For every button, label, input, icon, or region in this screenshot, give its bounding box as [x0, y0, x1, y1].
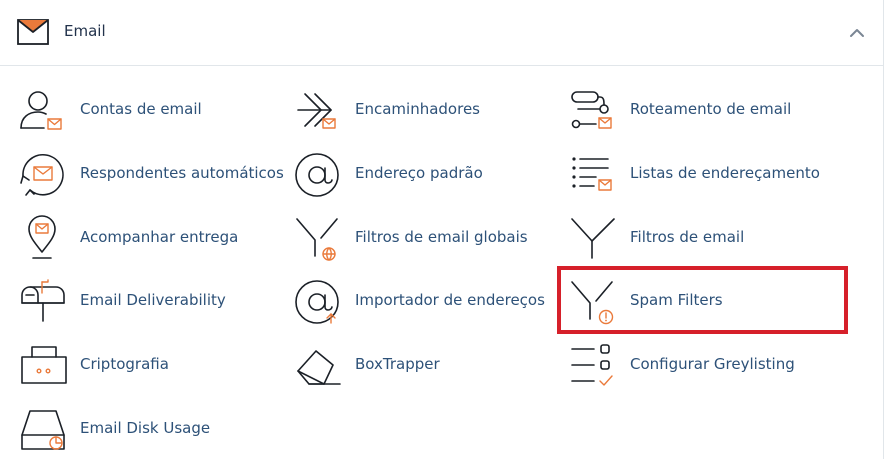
item-endereco-padrao[interactable]: Endereço padrão: [293, 150, 563, 200]
item-acompanhar-entrega[interactable]: Acompanhar entrega: [18, 214, 288, 264]
item-label: Endereço padrão: [355, 164, 483, 182]
user-mail-icon: [18, 86, 68, 136]
item-label: Encaminhadores: [355, 100, 480, 118]
section-header[interactable]: Email: [0, 0, 883, 66]
at-import-icon: [293, 277, 343, 327]
filter-icon: [568, 214, 618, 264]
boxtrapper-icon: [293, 341, 343, 391]
item-label: Email Disk Usage: [80, 419, 211, 437]
item-label: BoxTrapper: [355, 355, 440, 373]
section-title: Email: [64, 22, 106, 40]
item-label: Listas de endereçamento: [630, 164, 820, 182]
chevron-up-icon[interactable]: [848, 25, 866, 39]
item-criptografia[interactable]: Criptografia: [18, 341, 288, 391]
global-filter-icon: [293, 214, 343, 264]
envelope-icon: [17, 19, 49, 45]
item-roteamento-de-email[interactable]: Roteamento de email: [568, 86, 838, 136]
encryption-icon: [18, 341, 68, 391]
item-email-deliverability[interactable]: Email Deliverability: [18, 277, 288, 327]
item-label: Roteamento de email: [630, 100, 792, 118]
routing-icon: [568, 86, 618, 136]
item-filtros-de-email-globais[interactable]: Filtros de email globais: [293, 214, 563, 264]
mailbox-icon: [18, 277, 68, 327]
at-sign-icon: [293, 150, 343, 200]
item-configurar-greylisting[interactable]: Configurar Greylisting: [568, 341, 838, 391]
item-contas-de-email[interactable]: Contas de email: [18, 86, 288, 136]
autoresponder-icon: [18, 150, 68, 200]
item-label: Filtros de email globais: [355, 228, 528, 246]
spam-filters-highlight-box: [557, 266, 848, 334]
location-pin-icon: [18, 214, 68, 264]
item-label: Contas de email: [80, 100, 202, 118]
greylisting-icon: [568, 341, 618, 391]
item-label: Respondentes automáticos: [80, 164, 284, 182]
item-respondentes-automaticos[interactable]: Respondentes automáticos: [18, 150, 288, 200]
email-section-panel: Email Contas de email Encaminhadores Rot…: [0, 0, 884, 459]
mailing-list-icon: [568, 150, 618, 200]
forward-arrow-icon: [293, 86, 343, 136]
item-filtros-de-email[interactable]: Filtros de email: [568, 214, 838, 264]
item-label: Acompanhar entrega: [80, 228, 239, 246]
item-boxtrapper[interactable]: BoxTrapper: [293, 341, 563, 391]
item-label: Filtros de email: [630, 228, 745, 246]
item-label: Email Deliverability: [80, 291, 226, 309]
item-encaminhadores[interactable]: Encaminhadores: [293, 86, 563, 136]
item-label: Criptografia: [80, 355, 169, 373]
item-label: Importador de endereços: [355, 291, 545, 309]
item-listas-de-enderecamento[interactable]: Listas de endereçamento: [568, 150, 838, 200]
item-importador-de-enderecos[interactable]: Importador de endereços: [293, 277, 563, 327]
item-email-disk-usage[interactable]: Email Disk Usage: [18, 405, 288, 455]
disk-usage-icon: [18, 405, 68, 455]
item-label: Configurar Greylisting: [630, 355, 795, 373]
